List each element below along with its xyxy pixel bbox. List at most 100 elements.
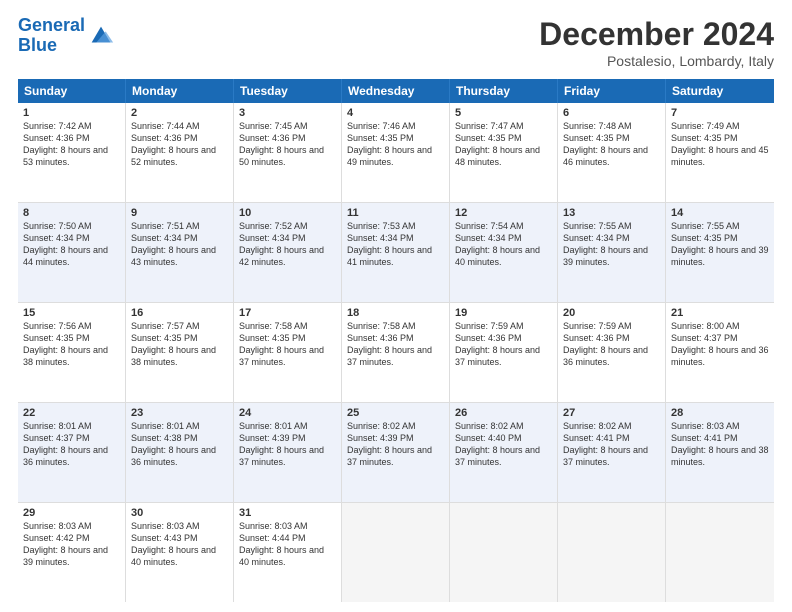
day-detail: Sunrise: 7:55 AM Sunset: 4:34 PM Dayligh… [563,220,660,269]
calendar-day-cell: 19Sunrise: 7:59 AM Sunset: 4:36 PM Dayli… [450,303,558,402]
day-number: 7 [671,107,769,119]
day-detail: Sunrise: 8:01 AM Sunset: 4:37 PM Dayligh… [23,420,120,469]
day-detail: Sunrise: 7:42 AM Sunset: 4:36 PM Dayligh… [23,120,120,169]
day-number: 22 [23,407,120,419]
day-number: 16 [131,307,228,319]
day-detail: Sunrise: 7:56 AM Sunset: 4:35 PM Dayligh… [23,320,120,369]
calendar-day-cell: 17Sunrise: 7:58 AM Sunset: 4:35 PM Dayli… [234,303,342,402]
calendar-day-cell: 8Sunrise: 7:50 AM Sunset: 4:34 PM Daylig… [18,203,126,302]
calendar-header-cell: Sunday [18,79,126,103]
logo: GeneralBlue [18,16,115,56]
calendar-day-cell: 27Sunrise: 8:02 AM Sunset: 4:41 PM Dayli… [558,403,666,502]
day-number: 25 [347,407,444,419]
day-number: 18 [347,307,444,319]
calendar-week-row: 1Sunrise: 7:42 AM Sunset: 4:36 PM Daylig… [18,103,774,203]
day-number: 26 [455,407,552,419]
calendar-header-cell: Friday [558,79,666,103]
day-number: 5 [455,107,552,119]
calendar-day-cell: 30Sunrise: 8:03 AM Sunset: 4:43 PM Dayli… [126,503,234,602]
day-number: 21 [671,307,769,319]
day-detail: Sunrise: 7:54 AM Sunset: 4:34 PM Dayligh… [455,220,552,269]
calendar-day-cell: 7Sunrise: 7:49 AM Sunset: 4:35 PM Daylig… [666,103,774,202]
day-number: 27 [563,407,660,419]
day-number: 20 [563,307,660,319]
day-detail: Sunrise: 7:55 AM Sunset: 4:35 PM Dayligh… [671,220,769,269]
day-detail: Sunrise: 8:01 AM Sunset: 4:39 PM Dayligh… [239,420,336,469]
calendar-empty-cell [342,503,450,602]
day-detail: Sunrise: 8:03 AM Sunset: 4:41 PM Dayligh… [671,420,769,469]
day-detail: Sunrise: 8:01 AM Sunset: 4:38 PM Dayligh… [131,420,228,469]
day-number: 13 [563,207,660,219]
logo-text: GeneralBlue [18,16,85,56]
calendar-week-row: 22Sunrise: 8:01 AM Sunset: 4:37 PM Dayli… [18,403,774,503]
day-detail: Sunrise: 7:52 AM Sunset: 4:34 PM Dayligh… [239,220,336,269]
day-number: 29 [23,507,120,519]
calendar-day-cell: 25Sunrise: 8:02 AM Sunset: 4:39 PM Dayli… [342,403,450,502]
calendar-day-cell: 5Sunrise: 7:47 AM Sunset: 4:35 PM Daylig… [450,103,558,202]
day-detail: Sunrise: 7:57 AM Sunset: 4:35 PM Dayligh… [131,320,228,369]
day-number: 10 [239,207,336,219]
calendar: SundayMondayTuesdayWednesdayThursdayFrid… [18,79,774,602]
day-number: 1 [23,107,120,119]
title-area: December 2024 Postalesio, Lombardy, Ital… [539,16,774,69]
day-detail: Sunrise: 8:00 AM Sunset: 4:37 PM Dayligh… [671,320,769,369]
calendar-empty-cell [450,503,558,602]
calendar-day-cell: 10Sunrise: 7:52 AM Sunset: 4:34 PM Dayli… [234,203,342,302]
calendar-day-cell: 13Sunrise: 7:55 AM Sunset: 4:34 PM Dayli… [558,203,666,302]
day-number: 17 [239,307,336,319]
day-number: 8 [23,207,120,219]
calendar-day-cell: 3Sunrise: 7:45 AM Sunset: 4:36 PM Daylig… [234,103,342,202]
day-detail: Sunrise: 8:02 AM Sunset: 4:41 PM Dayligh… [563,420,660,469]
day-number: 9 [131,207,228,219]
calendar-day-cell: 29Sunrise: 8:03 AM Sunset: 4:42 PM Dayli… [18,503,126,602]
calendar-day-cell: 22Sunrise: 8:01 AM Sunset: 4:37 PM Dayli… [18,403,126,502]
day-number: 4 [347,107,444,119]
day-detail: Sunrise: 7:46 AM Sunset: 4:35 PM Dayligh… [347,120,444,169]
day-detail: Sunrise: 7:47 AM Sunset: 4:35 PM Dayligh… [455,120,552,169]
calendar-header-cell: Wednesday [342,79,450,103]
calendar-day-cell: 18Sunrise: 7:58 AM Sunset: 4:36 PM Dayli… [342,303,450,402]
calendar-day-cell: 6Sunrise: 7:48 AM Sunset: 4:35 PM Daylig… [558,103,666,202]
day-detail: Sunrise: 7:59 AM Sunset: 4:36 PM Dayligh… [455,320,552,369]
calendar-day-cell: 15Sunrise: 7:56 AM Sunset: 4:35 PM Dayli… [18,303,126,402]
calendar-day-cell: 31Sunrise: 8:03 AM Sunset: 4:44 PM Dayli… [234,503,342,602]
calendar-empty-cell [666,503,774,602]
day-detail: Sunrise: 7:58 AM Sunset: 4:35 PM Dayligh… [239,320,336,369]
calendar-header-cell: Saturday [666,79,774,103]
day-detail: Sunrise: 7:50 AM Sunset: 4:34 PM Dayligh… [23,220,120,269]
calendar-day-cell: 9Sunrise: 7:51 AM Sunset: 4:34 PM Daylig… [126,203,234,302]
day-number: 12 [455,207,552,219]
day-detail: Sunrise: 8:02 AM Sunset: 4:40 PM Dayligh… [455,420,552,469]
page: GeneralBlue December 2024 Postalesio, Lo… [0,0,792,612]
calendar-day-cell: 26Sunrise: 8:02 AM Sunset: 4:40 PM Dayli… [450,403,558,502]
day-number: 28 [671,407,769,419]
subtitle: Postalesio, Lombardy, Italy [539,53,774,69]
calendar-week-row: 8Sunrise: 7:50 AM Sunset: 4:34 PM Daylig… [18,203,774,303]
day-number: 23 [131,407,228,419]
calendar-day-cell: 14Sunrise: 7:55 AM Sunset: 4:35 PM Dayli… [666,203,774,302]
header: GeneralBlue December 2024 Postalesio, Lo… [18,16,774,69]
day-detail: Sunrise: 7:48 AM Sunset: 4:35 PM Dayligh… [563,120,660,169]
day-detail: Sunrise: 8:03 AM Sunset: 4:42 PM Dayligh… [23,520,120,569]
calendar-day-cell: 24Sunrise: 8:01 AM Sunset: 4:39 PM Dayli… [234,403,342,502]
calendar-day-cell: 16Sunrise: 7:57 AM Sunset: 4:35 PM Dayli… [126,303,234,402]
day-number: 31 [239,507,336,519]
day-number: 15 [23,307,120,319]
calendar-day-cell: 23Sunrise: 8:01 AM Sunset: 4:38 PM Dayli… [126,403,234,502]
calendar-header-cell: Monday [126,79,234,103]
calendar-header: SundayMondayTuesdayWednesdayThursdayFrid… [18,79,774,103]
calendar-day-cell: 11Sunrise: 7:53 AM Sunset: 4:34 PM Dayli… [342,203,450,302]
calendar-day-cell: 28Sunrise: 8:03 AM Sunset: 4:41 PM Dayli… [666,403,774,502]
calendar-day-cell: 1Sunrise: 7:42 AM Sunset: 4:36 PM Daylig… [18,103,126,202]
day-detail: Sunrise: 7:45 AM Sunset: 4:36 PM Dayligh… [239,120,336,169]
day-detail: Sunrise: 7:59 AM Sunset: 4:36 PM Dayligh… [563,320,660,369]
calendar-day-cell: 4Sunrise: 7:46 AM Sunset: 4:35 PM Daylig… [342,103,450,202]
day-detail: Sunrise: 8:03 AM Sunset: 4:43 PM Dayligh… [131,520,228,569]
day-detail: Sunrise: 7:51 AM Sunset: 4:34 PM Dayligh… [131,220,228,269]
day-number: 14 [671,207,769,219]
day-number: 24 [239,407,336,419]
logo-icon [87,22,115,50]
day-number: 30 [131,507,228,519]
calendar-day-cell: 20Sunrise: 7:59 AM Sunset: 4:36 PM Dayli… [558,303,666,402]
main-title: December 2024 [539,16,774,53]
